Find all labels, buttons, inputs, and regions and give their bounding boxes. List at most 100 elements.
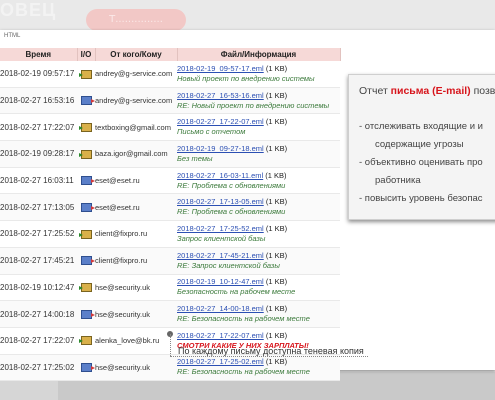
email-subject: RE: Безопасность на рабочем месте [177,367,310,377]
row-file-info: 2018-02-19_09-27-18.eml (1 KB) Без темы [177,140,340,168]
column-header-from-to[interactable]: От кого/Кому [95,48,178,61]
row-time: 2018-02-19 09:57:17 [0,61,77,88]
row-io [77,193,95,222]
callout-item: - отслеживать входящие и и [359,121,483,132]
row-time: 2018-02-27 17:25:52 [0,220,77,248]
row-io [77,220,95,248]
eml-file-link[interactable]: 2018-02-27_14-00-18.eml [177,304,264,313]
file-size: (1 KB) [265,330,288,340]
outgoing-mail-icon [80,176,95,186]
eml-file-link[interactable]: 2018-02-19_09-57-17.eml [177,64,264,73]
eml-file-link[interactable]: 2018-02-19_10-12-47.eml [177,277,264,286]
row-file-info: 2018-02-27_16-03-11.eml (1 KB) RE: Пробле… [177,167,340,195]
table-row[interactable]: 2018-02-27 17:45:21 client@fixpro.ru 2018-… [0,247,340,275]
row-time: 2018-02-27 17:22:07 [0,113,77,142]
row-file-info: 2018-02-27_14-00-18.eml (1 KB) RE: Безопа… [177,300,340,328]
table-row[interactable]: 2018-02-19 09:57:17 andrey@g-service.com 2… [0,61,340,88]
outgoing-mail-icon [80,96,95,106]
email-subject: RE: Запрос клиентской базы [177,260,280,270]
callout-title-suffix: позво [473,85,495,97]
row-time: 2018-02-27 16:03:11 [0,167,77,195]
background-header: ОВЕЦ Т............... [0,0,495,34]
eml-file-link[interactable]: 2018-02-19_09-27-18.eml [177,144,264,153]
row-file-info: 2018-02-27_17-22-07.eml (1 KB) Письмо с о… [177,113,340,142]
file-size: (1 KB) [265,143,288,153]
row-io [77,87,95,115]
row-file-info: 2018-02-19_10-12-47.eml (1 KB) Безопаснос… [177,274,340,302]
callout-title-highlight: письма (E-mail) [390,85,471,97]
table-header-row: Время I/O От кого/Кому Файл/Информация [0,48,341,61]
row-file-info: 2018-02-27_17-13-05.eml (1 KB) RE: Пробле… [177,193,340,222]
email-subject: RE: Проблема с обновлениями [177,180,286,190]
eml-file-link[interactable]: 2018-02-27_17-22-07.eml [177,331,264,340]
eml-file-link[interactable]: 2018-02-27_17-22-07.eml [177,117,264,126]
outgoing-mail-icon [80,309,95,319]
eml-file-link[interactable]: 2018-02-27_17-25-52.eml [177,224,264,233]
callout-title-prefix: Отчет [359,85,391,97]
row-io [77,247,95,275]
file-size: (1 KB) [265,304,288,314]
table-row[interactable]: 2018-02-27 16:53:16 andrey@g-service.com 2… [0,87,340,115]
eml-file-link[interactable]: 2018-02-27_17-45-21.eml [177,251,264,260]
column-header-file-info[interactable]: Файл/Информация [177,48,341,61]
row-io [77,140,95,168]
file-size: (1 KB) [265,357,288,367]
file-size: (1 KB) [265,117,288,127]
row-time: 2018-02-27 17:45:21 [0,247,77,275]
row-file-info: 2018-02-19_09-57-17.eml (1 KB) Новый прое… [177,61,340,88]
row-io [77,300,95,328]
row-file-info: 2018-02-27_17-25-52.eml (1 KB) Запрос кли… [177,220,340,248]
email-subject: Новый проект по внедрению системы [177,73,315,83]
row-time: 2018-02-27 14:00:18 [0,300,77,328]
table-row[interactable]: 2018-02-27 16:03:11 eset@eset.ru 2018-02-2… [0,167,340,195]
row-file-info: 2018-02-27_17-25-02.eml (1 KB) RE: Безопа… [177,354,340,382]
note-text: По каждому письму доступна теневая копия [178,346,364,356]
row-io [77,354,95,382]
column-header-time[interactable]: Время [0,48,78,61]
incoming-mail-icon [78,283,92,293]
row-io [77,167,95,195]
table-row[interactable]: 2018-02-27 17:22:07 textboxing@gmail.com 2… [0,113,340,142]
outgoing-mail-icon [80,256,95,266]
row-file-info: 2018-02-27_16-53-16.eml (1 KB) RE: Новый … [177,87,340,115]
row-address: client@fixpro.ru [95,247,177,275]
row-address: andrey@g-service.com [95,61,177,88]
row-address: andrey@g-service.com [95,87,177,115]
header-button-fragment[interactable]: Т............... [86,9,186,31]
eml-file-link[interactable]: 2018-02-27_16-03-11.eml [177,171,263,180]
file-size: (1 KB) [265,90,288,100]
table-row[interactable]: 2018-02-27 17:25:02 hse@security.uk 2018-0… [0,354,340,382]
email-subject: Письмо с отчетом [177,127,246,137]
row-address: hse@security.uk [95,300,177,328]
incoming-mail-icon [78,149,92,159]
outgoing-mail-icon [80,203,95,213]
column-header-io[interactable]: I/O [77,48,96,61]
file-size: (1 KB) [265,63,288,73]
table-row[interactable]: 2018-02-19 10:12:47 hse@security.uk 2018-0… [0,274,340,302]
table-row[interactable]: 2018-02-27 14:00:18 hse@security.uk 2018-0… [0,300,340,328]
brand-fragment: ОВЕЦ [0,0,57,20]
row-io [77,61,95,88]
callout-item: - повысить уровень безопас [359,193,483,204]
incoming-mail-icon [78,336,92,346]
callout-title: Отчет письма (E-mail) позво [359,85,495,97]
html-label: HTML [4,33,21,39]
eml-file-link[interactable]: 2018-02-27_16-53-16.eml [177,91,264,100]
callout-item: работника [375,175,421,186]
table-row[interactable]: 2018-02-27 17:13:05 eset@eset.ru 2018-02-2… [0,193,340,222]
table-row[interactable]: 2018-02-27 17:25:52 client@fixpro.ru 2018-… [0,220,340,248]
eml-file-link[interactable]: 2018-02-27_17-13-05.eml [177,197,264,206]
email-subject: Безопасность на рабочем месте [177,287,296,297]
eml-file-link[interactable]: 2018-02-27_17-25-02.eml [177,357,264,366]
email-subject: Без темы [177,153,213,163]
incoming-mail-icon [78,122,92,132]
email-subject: RE: Новый проект по внедрению системы [177,100,330,110]
file-size: (1 KB) [265,223,288,233]
email-subject: RE: Безопасность на рабочем месте [177,314,310,324]
note-pointer-line [170,334,172,356]
row-address: alenka_love@bk.ru [95,327,177,355]
callout-list: - отслеживать входящие и и содержащие уг… [359,119,495,209]
table-row[interactable]: 2018-02-19 09:28:17 baza.igor@gmail.com 20… [0,140,340,168]
row-time: 2018-02-27 17:25:02 [0,354,77,382]
callout-item: содержащие угрозы [375,139,464,150]
